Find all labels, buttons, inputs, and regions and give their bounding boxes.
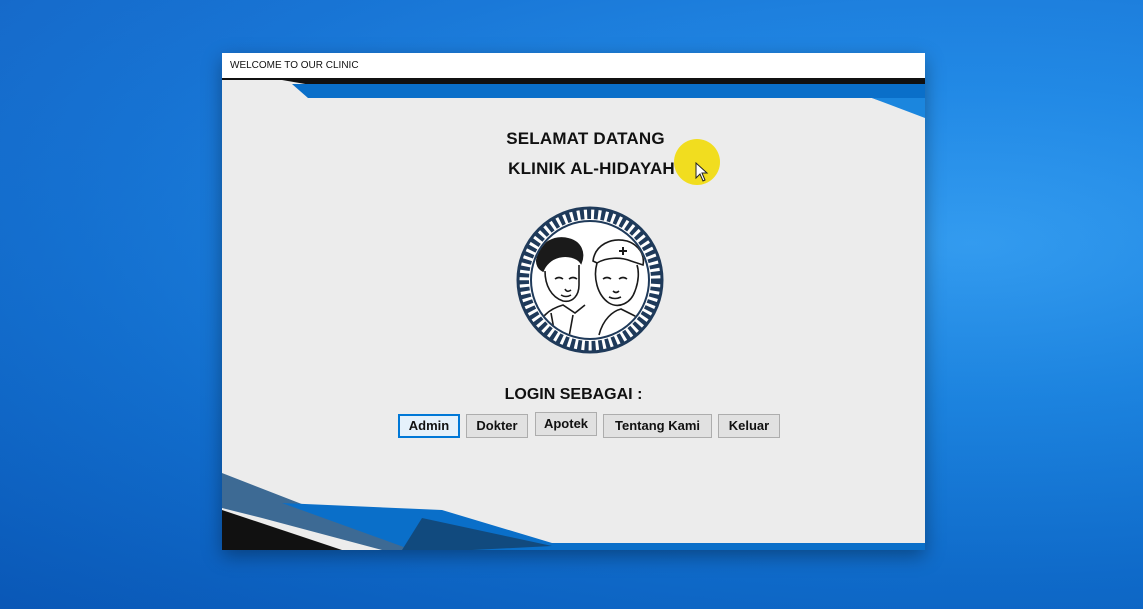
doctor-nurse-emblem-icon: [516, 206, 664, 354]
keluar-button[interactable]: Keluar: [718, 414, 780, 438]
clinic-welcome-window: WELCOME TO OUR CLINIC SELAMAT DATANG KLI…: [222, 53, 925, 550]
admin-button[interactable]: Admin: [398, 414, 460, 438]
apotek-button[interactable]: Apotek: [535, 412, 597, 436]
top-blue-accent: [872, 98, 925, 118]
tentang-kami-button[interactable]: Tentang Kami: [603, 414, 712, 438]
dokter-button[interactable]: Dokter: [466, 414, 528, 438]
mouse-pointer-icon: [695, 162, 709, 182]
welcome-heading: SELAMAT DATANG: [506, 129, 665, 148]
clinic-name-heading: KLINIK AL-HIDAYAH: [508, 159, 675, 178]
top-blue-band: [292, 84, 925, 116]
login-as-label: LOGIN SEBAGAI :: [504, 386, 643, 403]
window-title: WELCOME TO OUR CLINIC: [230, 60, 359, 71]
window-titlebar[interactable]: WELCOME TO OUR CLINIC: [222, 53, 925, 79]
